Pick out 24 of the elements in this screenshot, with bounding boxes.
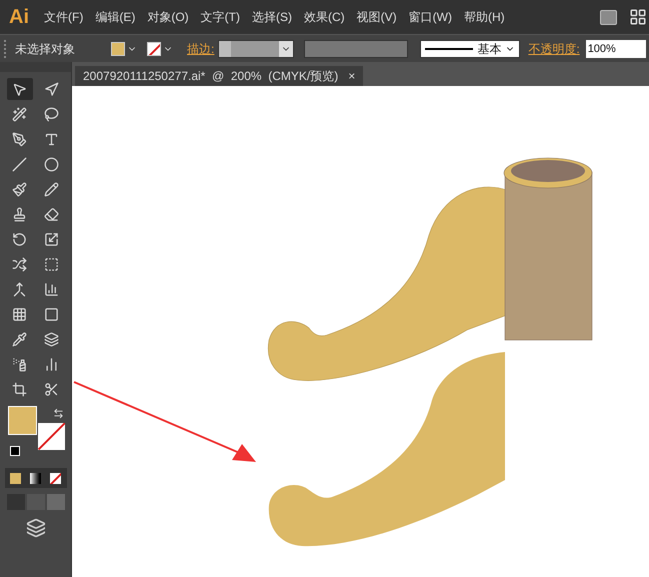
stroke-weight-field[interactable]	[218, 40, 294, 58]
selection-status: 未选择对象	[15, 40, 76, 58]
fill-swatch[interactable]	[8, 406, 36, 435]
menu-item[interactable]: 编辑(E)	[89, 8, 142, 26]
menu-item[interactable]: 对象(O)	[141, 8, 195, 26]
menu-item[interactable]: 文字(T)	[194, 8, 246, 26]
document-tab[interactable]: 2007920111250277.ai* @ 200% (CMYK/预览) ×	[75, 66, 364, 86]
stroke-style-dropdown[interactable]: 基本	[420, 40, 520, 58]
opacity-field[interactable]: 100%	[586, 40, 646, 58]
default-colors-icon[interactable]	[10, 446, 20, 456]
menu-item[interactable]: 效果(C)	[298, 8, 351, 26]
stroke-swatch[interactable]	[38, 423, 64, 450]
menu-item[interactable]: 窗口(W)	[402, 8, 458, 26]
app-logo: Ai	[8, 5, 30, 30]
workspace-layout-icon[interactable]	[629, 8, 647, 26]
swap-colors-icon[interactable]	[52, 408, 64, 419]
menu-item[interactable]: 文件(F)	[38, 8, 90, 26]
close-tab-button[interactable]: ×	[348, 67, 356, 85]
opacity-label: 不透明度:	[528, 40, 580, 58]
menu-item[interactable]: 视图(V)	[350, 8, 403, 26]
menu-item[interactable]: 帮助(H)	[458, 8, 511, 26]
stroke-label: 描边:	[187, 40, 214, 58]
menu-item[interactable]: 选择(S)	[246, 8, 298, 26]
variable-width-dropdown[interactable]	[304, 40, 408, 58]
